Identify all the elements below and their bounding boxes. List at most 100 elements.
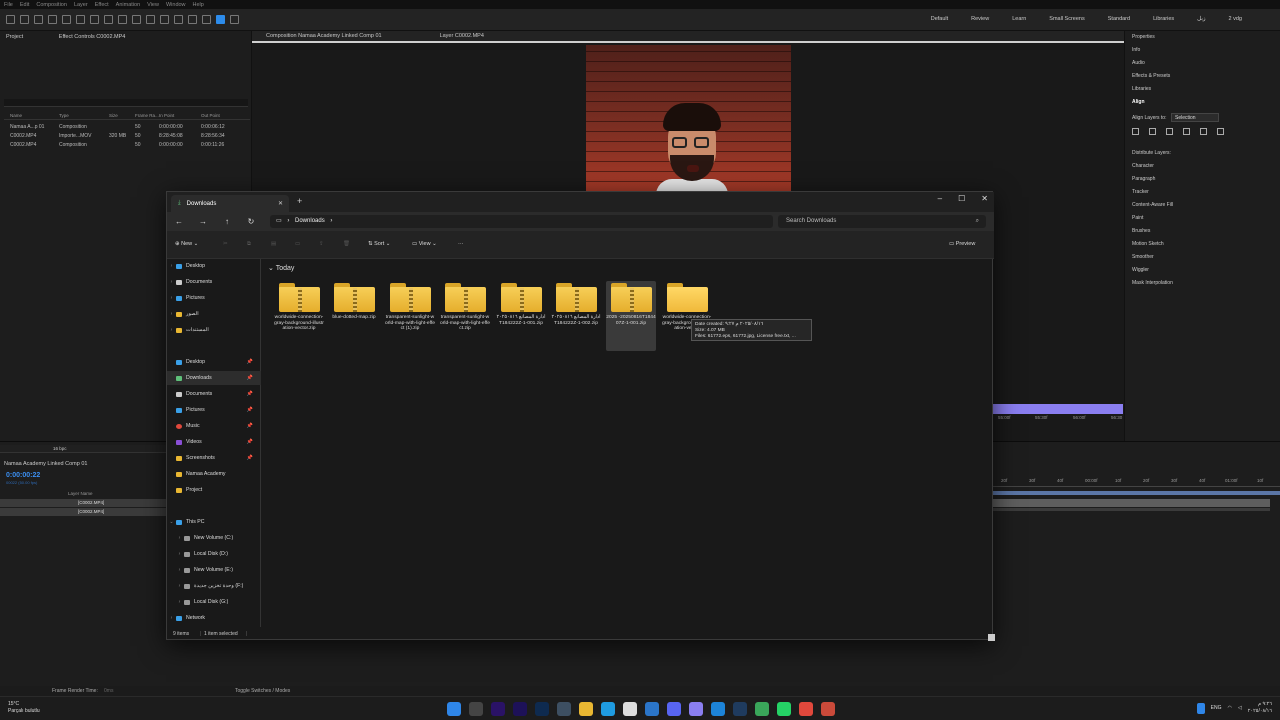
tab-composition[interactable]: Composition Namaa Academy Linked Comp 01: [252, 33, 396, 39]
nav-item-arabic-pictures[interactable]: › الصور: [167, 307, 261, 321]
tab-project[interactable]: Project: [0, 31, 29, 43]
nav-item-downloads[interactable]: Downloads 📌: [167, 371, 261, 385]
minimize-icon[interactable]: –: [938, 194, 942, 203]
panel-character[interactable]: Character: [1132, 163, 1154, 169]
align-right-icon[interactable]: [1166, 128, 1173, 135]
edge-icon[interactable]: [601, 702, 615, 716]
delete-icon[interactable]: 🗑: [343, 241, 350, 247]
nav-item-documents[interactable]: › Documents: [167, 275, 261, 289]
file-item[interactable]: worldwide-connection-gray-background-ill…: [274, 281, 324, 351]
zoom-tool-icon[interactable]: [48, 15, 57, 24]
panel-paragraph[interactable]: Paragraph: [1132, 176, 1155, 182]
col-type[interactable]: Type: [59, 113, 109, 119]
app-icon[interactable]: [689, 702, 703, 716]
nav-item-drive-e[interactable]: › New Volume (E:): [167, 563, 261, 577]
menu-edit[interactable]: Edit: [20, 2, 29, 8]
menu-view[interactable]: View: [147, 2, 159, 8]
workspace-custom-2[interactable]: 2 vdg: [1229, 16, 1242, 22]
search-icon[interactable]: [469, 702, 483, 716]
tiles-view-icon[interactable]: [988, 634, 995, 641]
rename-icon[interactable]: ▭: [295, 241, 300, 247]
close-icon[interactable]: ✕: [981, 194, 988, 203]
after-effects-icon[interactable]: [513, 702, 527, 716]
file-item[interactable]: transparent-sunlight-world-map-with-ligh…: [385, 281, 435, 351]
weather-widget[interactable]: 15°C Parçalı bulutlu: [8, 701, 40, 715]
cut-icon[interactable]: ✂: [223, 241, 228, 247]
video-frame[interactable]: [586, 45, 791, 191]
start-icon[interactable]: [447, 702, 461, 716]
panel-align[interactable]: Align: [1132, 99, 1145, 105]
wifi-icon[interactable]: ◠: [1228, 705, 1232, 711]
premiere-icon[interactable]: [491, 702, 505, 716]
col-frame-rate[interactable]: Frame Ra...: [135, 113, 159, 119]
hand-tool-icon[interactable]: [34, 15, 43, 24]
group-header-today[interactable]: ⌄ Today: [268, 264, 294, 272]
align-vcenter-icon[interactable]: [1200, 128, 1207, 135]
current-time[interactable]: 0:00:00:22: [6, 472, 40, 479]
workspace-learn[interactable]: Learn: [1012, 16, 1026, 22]
maximize-icon[interactable]: ☐: [958, 194, 965, 203]
type-tool-icon[interactable]: [160, 15, 169, 24]
puppet-tool-icon[interactable]: [230, 15, 239, 24]
close-tab-icon[interactable]: ✕: [278, 200, 283, 207]
dolly-tool-icon[interactable]: [90, 15, 99, 24]
vscode-icon[interactable]: [645, 702, 659, 716]
menu-window[interactable]: Window: [166, 2, 186, 8]
panel-wiggler[interactable]: Wiggler: [1132, 267, 1149, 273]
menu-help[interactable]: Help: [193, 2, 204, 8]
breadcrumb-downloads[interactable]: Downloads: [295, 218, 325, 224]
rotate-tool-icon[interactable]: [104, 15, 113, 24]
timeline-layer-row[interactable]: [C0002.MP4]: [0, 508, 166, 516]
eraser-tool-icon[interactable]: [202, 15, 211, 24]
chrome-icon[interactable]: [623, 702, 637, 716]
nav-item-documents-pinned[interactable]: Documents 📌: [167, 387, 261, 401]
nav-item-drive-g[interactable]: › Local Disk (G:): [167, 595, 261, 609]
nav-item-drive-f[interactable]: › وحدة تخزين جديدة (F:): [167, 579, 261, 593]
selection-tool-icon[interactable]: [20, 15, 29, 24]
menu-animation[interactable]: Animation: [116, 2, 140, 8]
clock[interactable]: ٩:٢٦ م ٢٠٢٥/٠٨/١٦: [1248, 701, 1272, 715]
volume-icon[interactable]: ◁: [1238, 705, 1242, 711]
file-item[interactable]: transparent-sunlight-world-map-with-ligh…: [440, 281, 490, 351]
panel-libraries[interactable]: Libraries: [1132, 86, 1151, 92]
forward-icon[interactable]: →: [191, 217, 215, 226]
layer-bar[interactable]: [993, 508, 1270, 511]
panel-tracker[interactable]: Tracker: [1132, 189, 1149, 195]
workspace-standard[interactable]: Standard: [1108, 16, 1130, 22]
project-search-input[interactable]: [4, 99, 248, 107]
view-button[interactable]: ▭ View ⌄: [412, 241, 437, 247]
nav-item-this-pc[interactable]: ⌄ This PC: [167, 515, 261, 529]
stamp-tool-icon[interactable]: [188, 15, 197, 24]
panel-paint[interactable]: Paint: [1132, 215, 1143, 221]
time-ruler[interactable]: 20f 30f 40f 00:00f 10f 20f 30f 40f 01:00…: [993, 477, 1280, 487]
bit-depth[interactable]: 16 bpc: [53, 446, 67, 451]
toggle-switches-modes[interactable]: Toggle Switches / Modes: [235, 688, 290, 694]
new-tab-icon[interactable]: +: [297, 196, 302, 206]
project-row[interactable]: C0002.MP4 Composition 50 0:00:00:00 0:00…: [4, 140, 250, 149]
nav-item-desktop[interactable]: › Desktop: [167, 259, 261, 273]
pen-tool-icon[interactable]: [146, 15, 155, 24]
nav-item-arabic-documents[interactable]: › المستندات: [167, 323, 261, 337]
file-item-selected[interactable]: 2025 -20250816T184407Z-1-001.zip: [606, 281, 656, 351]
search-input[interactable]: Search Downloads ⌕: [778, 215, 986, 228]
whatsapp-icon[interactable]: [777, 702, 791, 716]
preview-button[interactable]: ▭ Preview: [949, 241, 975, 247]
col-out-point[interactable]: Out Point: [201, 113, 243, 119]
work-area-bar[interactable]: [993, 404, 1123, 414]
orbit-tool-icon[interactable]: [62, 15, 71, 24]
sort-button[interactable]: ⇅ Sort ⌄: [368, 241, 390, 247]
more-options-icon[interactable]: ···: [458, 241, 464, 247]
panel-properties[interactable]: Properties: [1132, 34, 1155, 40]
panel-info[interactable]: Info: [1132, 47, 1140, 53]
file-item[interactable]: ادارة المصانع ٢٠٢٥٠٨١٦T184222Z-1-001.zip: [496, 281, 546, 351]
explorer-tab[interactable]: ⤓ Downloads ✕: [171, 195, 289, 212]
nav-item-pictures[interactable]: › Pictures: [167, 291, 261, 305]
align-hcenter-icon[interactable]: [1149, 128, 1156, 135]
menu-composition[interactable]: Composition: [36, 2, 67, 8]
file-item[interactable]: blue-dotted-map.zip: [329, 281, 379, 351]
app-icon[interactable]: [821, 702, 835, 716]
up-icon[interactable]: ↑: [215, 217, 239, 226]
refresh-icon[interactable]: ↻: [239, 217, 263, 226]
nav-item-drive-d[interactable]: › Local Disk (D:): [167, 547, 261, 561]
work-area-range[interactable]: [993, 491, 1280, 495]
